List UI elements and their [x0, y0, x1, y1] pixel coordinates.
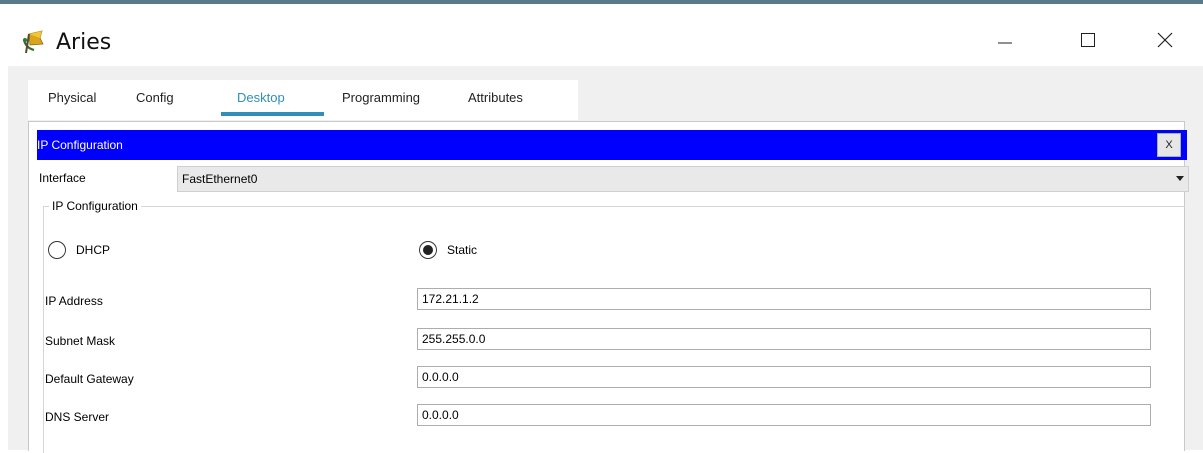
- static-radio[interactable]: [419, 241, 437, 259]
- tab-physical[interactable]: Physical: [48, 90, 96, 105]
- interface-select[interactable]: FastEthernet0: [177, 166, 1189, 192]
- subnet-mask-field[interactable]: [417, 328, 1151, 350]
- window-content: Physical Config Desktop Programming Attr…: [8, 66, 1203, 453]
- tab-config[interactable]: Config: [136, 90, 174, 105]
- interface-value: FastEthernet0: [182, 172, 258, 186]
- active-tab-indicator: [221, 112, 324, 116]
- tab-desktop[interactable]: Desktop: [237, 90, 285, 105]
- ip-config-close-button[interactable]: X: [1157, 133, 1181, 157]
- default-gateway-label: Default Gateway: [45, 372, 134, 386]
- default-gateway-field[interactable]: [417, 366, 1151, 388]
- tab-attributes[interactable]: Attributes: [468, 90, 523, 105]
- subnet-mask-label: Subnet Mask: [45, 334, 116, 348]
- title-bar: Aries: [0, 4, 1203, 64]
- ip-config-group-legend: IP Configuration: [49, 199, 141, 213]
- tab-bar: Physical Config Desktop Programming Attr…: [28, 80, 578, 120]
- dns-server-field[interactable]: [417, 404, 1151, 426]
- close-icon: [1156, 31, 1174, 49]
- minimize-icon: [997, 32, 1013, 48]
- maximize-icon: [1080, 32, 1096, 48]
- window-title: Aries: [56, 30, 112, 55]
- dhcp-label: DHCP: [76, 243, 111, 257]
- maximize-button[interactable]: [1058, 18, 1118, 62]
- ip-address-label: IP Address: [45, 294, 103, 308]
- ip-config-title: IP Configuration: [37, 138, 123, 152]
- chevron-down-icon: [1176, 176, 1184, 181]
- antenna-flag-icon: [20, 28, 48, 56]
- dns-server-label: DNS Server: [45, 410, 110, 424]
- minimize-button[interactable]: [975, 18, 1035, 62]
- dhcp-radio-option[interactable]: DHCP: [48, 241, 110, 259]
- ip-address-field[interactable]: [417, 288, 1151, 310]
- dhcp-radio[interactable]: [48, 241, 66, 259]
- close-button[interactable]: [1135, 18, 1195, 62]
- interface-label: Interface: [39, 171, 86, 185]
- ip-config-header: IP Configuration X: [37, 130, 1187, 160]
- static-label: Static: [447, 243, 478, 257]
- static-radio-option[interactable]: Static: [419, 241, 477, 259]
- tab-programming[interactable]: Programming: [342, 90, 420, 105]
- desktop-panel: IP Configuration X Interface FastEtherne…: [28, 121, 1189, 453]
